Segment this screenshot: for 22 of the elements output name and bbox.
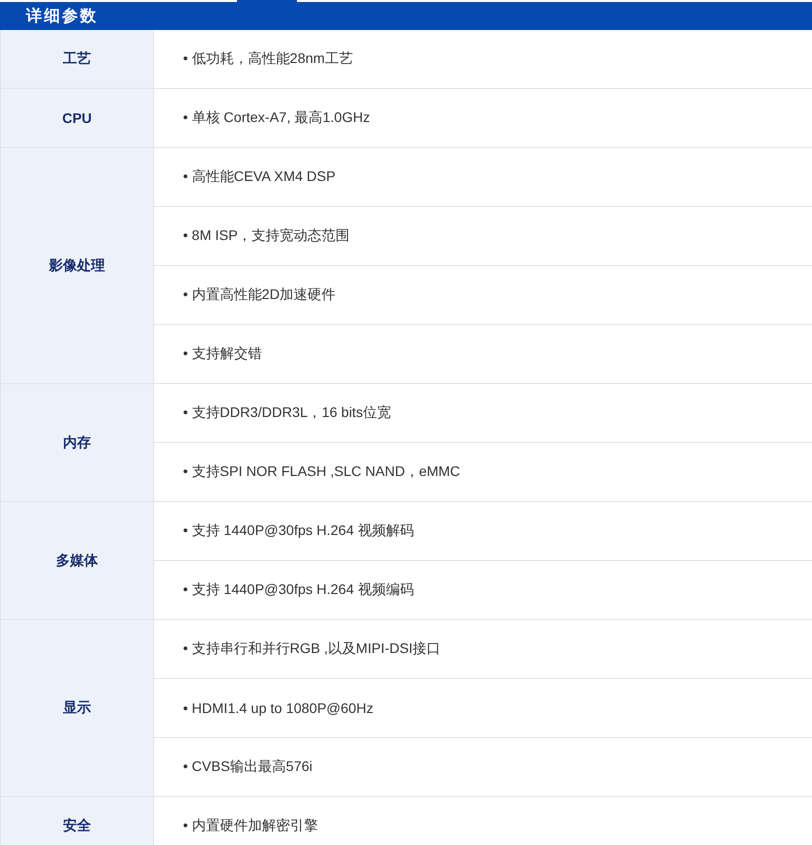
spec-label-cell: 影像处理 [0, 148, 154, 384]
spec-value-cell: • 支持串行和并行RGB ,以及MIPI-DSI接口 [154, 620, 812, 678]
spec-value-cell: • 支持DDR3/DDR3L，16 bits位宽 [154, 384, 812, 442]
spec-label-cell: 显示 [0, 620, 154, 796]
spec-value-cell: • 内置硬件加解密引擎 [154, 796, 812, 845]
spec-label-cell: 工艺 [0, 30, 154, 88]
section-title: 详细参数 [26, 6, 98, 26]
spec-value-cell: • 支持解交错 [154, 324, 812, 384]
spec-label-cell: 多媒体 [0, 502, 154, 620]
spec-value-cell: • 高性能CEVA XM4 DSP [154, 148, 812, 206]
spec-value-cell: • HDMI1.4 up to 1080P@60Hz [154, 678, 812, 738]
spec-value-cell: • 低功耗，高性能28nm工艺 [154, 30, 812, 88]
spec-label-cell: 内存 [0, 384, 154, 502]
spec-value-cell: • 8M ISP，支持宽动态范围 [154, 206, 812, 266]
spec-value-cell: • 内置高性能2D加速硬件 [154, 266, 812, 324]
spec-value-cell: • CVBS输出最高576i [154, 738, 812, 796]
spec-value-cell: • 支持SPI NOR FLASH ,SLC NAND，eMMC [154, 442, 812, 502]
spec-label-cell: 安全 [0, 796, 154, 845]
spec-value-cell: • 支持 1440P@30fps H.264 视频解码 [154, 502, 812, 560]
spec-label-cell: CPU [0, 88, 154, 148]
spec-value-cell: • 支持 1440P@30fps H.264 视频编码 [154, 560, 812, 620]
spec-value-cell: • 单核 Cortex-A7, 最高1.0GHz [154, 88, 812, 148]
